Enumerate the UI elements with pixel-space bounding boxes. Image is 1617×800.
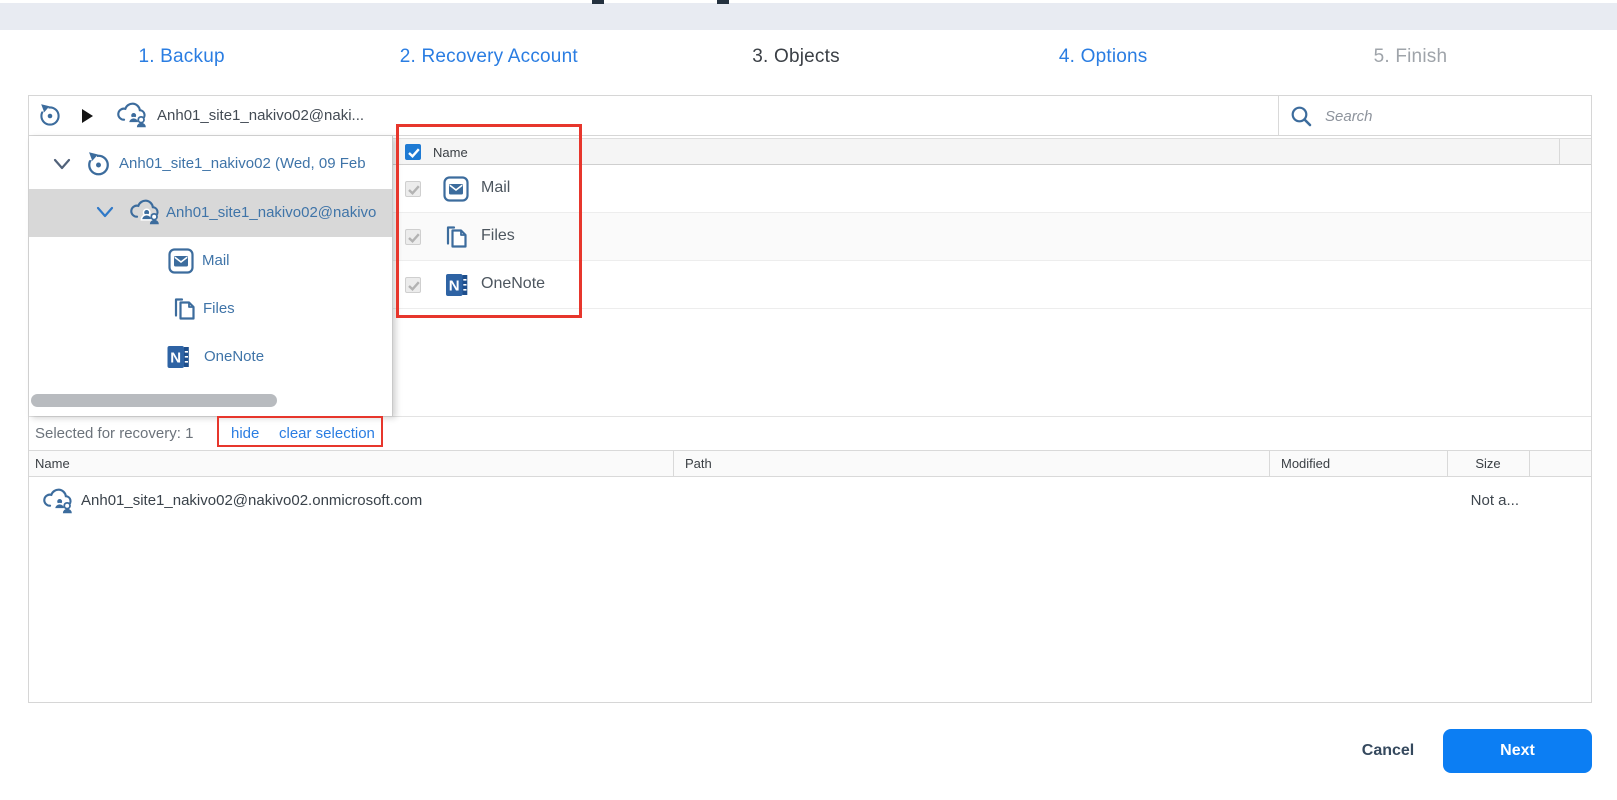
mail-checkbox-disabled (405, 181, 421, 197)
cropped-title-text-fragment (717, 0, 729, 4)
objects-table-header: Name (393, 138, 1591, 165)
tree-onenote-label: OneNote (204, 348, 264, 365)
cloud-account-icon (41, 487, 73, 517)
cloud-account-icon (115, 101, 147, 131)
files-checkbox-disabled (405, 229, 421, 245)
tree-row-onenote[interactable]: OneNote (29, 333, 392, 381)
object-row-onenote[interactable]: OneNote (393, 261, 1591, 309)
onenote-icon (443, 272, 469, 298)
mail-icon (168, 248, 194, 274)
object-label: Files (481, 227, 515, 245)
cloud-account-icon (128, 198, 160, 228)
column-divider (673, 451, 674, 476)
search-input[interactable] (1323, 103, 1567, 129)
column-header-modified[interactable]: Modified (1281, 456, 1330, 471)
column-divider (1529, 451, 1530, 476)
tree-mail-label: Mail (202, 252, 230, 269)
objects-rows: Mail Files OneNote (393, 165, 1591, 309)
expand-arrow-icon[interactable] (82, 109, 93, 123)
column-header-size[interactable]: Size (1447, 456, 1529, 471)
chevron-down-icon[interactable] (96, 206, 114, 218)
tree-row-backup[interactable]: Anh01_site1_nakivo02 (Wed, 09 Feb (29, 141, 392, 189)
step-objects: 3. Objects (642, 46, 949, 68)
objects-name-column-header[interactable]: Name (433, 145, 468, 160)
chevron-down-icon[interactable] (53, 158, 71, 170)
cropped-title-text-fragment (592, 0, 604, 4)
search-icon (1290, 105, 1312, 127)
clear-selection-link[interactable]: clear selection (279, 425, 375, 442)
objects-browser-panel: Anh01_site1_nakivo02@naki... Name Mail (28, 95, 1592, 703)
object-row-files[interactable]: Files (393, 213, 1591, 261)
onenote-icon (164, 344, 191, 370)
wizard-steps: 1. Backup 2. Recovery Account 3. Objects… (28, 46, 1564, 68)
mail-icon (443, 176, 469, 202)
object-label: OneNote (481, 275, 545, 293)
column-header-name[interactable]: Name (35, 456, 70, 471)
object-label: Mail (481, 179, 510, 197)
selection-bar: Selected for recovery: 1 hide clear sele… (29, 416, 1591, 448)
hide-link[interactable]: hide (231, 425, 259, 442)
select-all-checkbox[interactable] (405, 144, 421, 160)
objects-table: Name Mail Files (393, 136, 1591, 416)
files-icon (171, 296, 197, 322)
column-divider (1447, 451, 1448, 476)
selected-item-name: Anh01_site1_nakivo02@nakivo02.onmicrosof… (81, 492, 422, 509)
onenote-checkbox-disabled (405, 277, 421, 293)
step-backup[interactable]: 1. Backup (28, 46, 335, 68)
tree-account-label: Anh01_site1_nakivo02@nakivo (166, 204, 376, 221)
browser-topbar: Anh01_site1_nakivo02@naki... (29, 96, 1591, 136)
step-options[interactable]: 4. Options (950, 46, 1257, 68)
files-icon (443, 224, 469, 250)
tree-files-label: Files (203, 300, 235, 317)
selected-table-header: Name Path Modified Size (29, 450, 1591, 477)
selected-item-size: Not a... (1447, 492, 1519, 509)
selected-count-label: Selected for recovery: 1 (35, 425, 193, 442)
column-header-path[interactable]: Path (685, 456, 712, 471)
breadcrumb-account-label[interactable]: Anh01_site1_nakivo02@naki... (157, 107, 364, 124)
tree-row-files[interactable]: Files (29, 285, 392, 333)
tree-backup-label: Anh01_site1_nakivo02 (Wed, 09 Feb (119, 155, 366, 172)
restore-point-icon[interactable] (37, 103, 63, 129)
object-row-mail[interactable]: Mail (393, 165, 1591, 213)
selected-item-row[interactable]: Anh01_site1_nakivo02@nakivo02.onmicrosof… (29, 478, 1591, 526)
next-button[interactable]: Next (1443, 729, 1592, 773)
step-recovery-account[interactable]: 2. Recovery Account (335, 46, 642, 68)
cancel-button[interactable]: Cancel (1338, 729, 1438, 773)
column-divider (1269, 451, 1270, 476)
page: { "wizard": { "steps": [ {"label": "1. B… (0, 0, 1617, 800)
backup-tree-panel: Anh01_site1_nakivo02 (Wed, 09 Feb Anh01_… (29, 136, 393, 416)
search-box (1278, 96, 1591, 135)
horizontal-scrollbar-thumb[interactable] (31, 394, 277, 407)
tree-row-account[interactable]: Anh01_site1_nakivo02@nakivo (29, 189, 392, 237)
step-finish: 5. Finish (1257, 46, 1564, 68)
window-title-band (0, 3, 1617, 30)
restore-point-icon (85, 151, 112, 179)
tree-row-mail[interactable]: Mail (29, 237, 392, 285)
objects-extra-column (1559, 139, 1591, 164)
